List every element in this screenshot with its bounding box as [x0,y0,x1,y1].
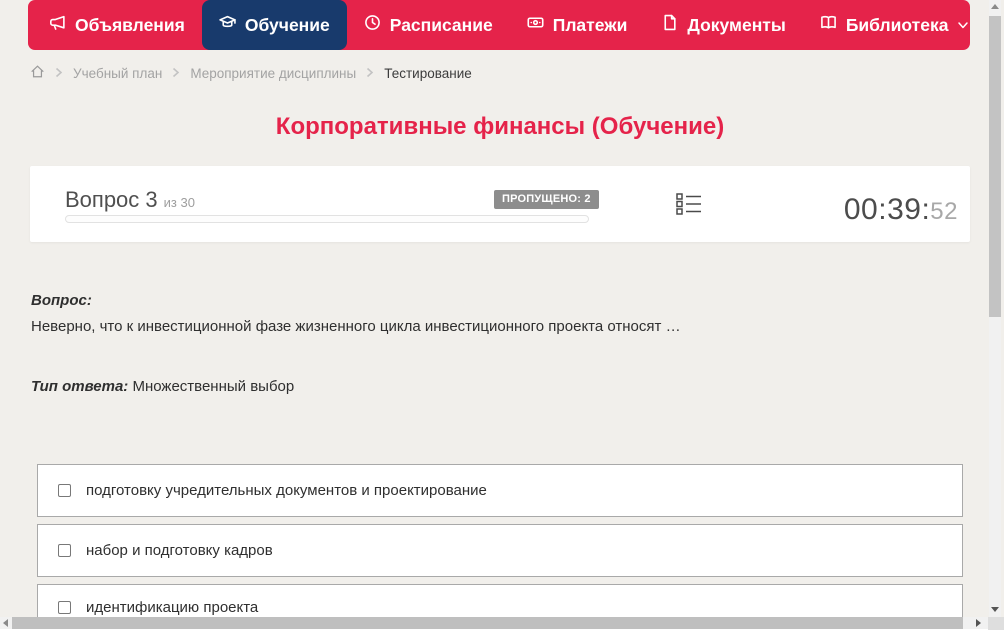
home-icon[interactable] [30,64,45,82]
question-header-card: Вопрос 3 из 30 ПРОПУЩЕНО: 2 00:39:52 [30,166,970,242]
timer: 00:39:52 [844,193,958,227]
banknote-icon [527,14,544,36]
question-list-icon[interactable] [676,192,702,221]
megaphone-icon [49,14,66,36]
breadcrumb-study-plan[interactable]: Учебный план [73,66,162,81]
chevron-right-icon [366,66,374,81]
skipped-badge: ПРОПУЩЕНО: 2 [494,190,599,209]
option-label: идентификацию проекта [86,598,259,616]
nav-item-label: Библиотека [845,14,949,35]
nav-item-label: Обучение [244,14,330,35]
answer-option[interactable]: набор и подготовку кадров [37,524,963,577]
option-checkbox[interactable] [58,544,71,557]
breadcrumb-testing: Тестирование [384,65,472,81]
nav-item-payments[interactable]: Платежи [510,0,645,50]
nav-item-library[interactable]: Библиотека [803,0,987,50]
scroll-right-arrow-icon[interactable] [976,619,981,627]
scrollbar-corner [988,617,1004,630]
answer-type-value: Множественный выбор [132,378,295,395]
nav-item-label: Объявления [75,14,185,35]
question-number: Вопрос 3 из 30 [65,187,195,213]
nav-item-announcements[interactable]: Объявления [32,0,202,50]
graduation-cap-icon [219,14,236,36]
vertical-scrollbar[interactable] [989,0,1001,617]
book-icon [820,14,837,36]
document-icon [661,14,678,36]
option-checkbox[interactable] [58,484,71,497]
option-label: набор и подготовку кадров [86,542,273,559]
breadcrumb-discipline-event[interactable]: Мероприятие дисциплины [190,66,356,81]
question-heading: Вопрос: [31,292,92,309]
answer-type: Тип ответа: Множественный выбор [31,378,294,395]
question-text: Неверно, что к инвестиционной фазе жизне… [31,318,681,335]
horizontal-scrollbar[interactable] [0,617,988,630]
nav-item-label: Платежи [552,14,628,35]
nav-item-documents[interactable]: Документы [644,0,802,50]
clock-icon [364,14,381,36]
chevron-down-icon [957,15,969,36]
nav-item-schedule[interactable]: Расписание [347,0,510,50]
timer-main: 00:39: [843,193,931,226]
vertical-scrollbar-thumb[interactable] [989,16,1001,317]
question-progress-bar [65,215,589,223]
nav-item-label: Документы [687,14,786,35]
main-nav: Объявления Обучение Расписание Платежи Д… [28,0,970,50]
horizontal-scrollbar-thumb[interactable] [12,617,963,629]
page-title: Корпоративные финансы (Обучение) [275,113,725,140]
breadcrumb: Учебный план Мероприятие дисциплины Тест… [30,62,472,84]
answer-type-label: Тип ответа: [31,378,129,395]
scroll-left-arrow-icon[interactable] [3,619,8,627]
option-label: подготовку учредительных документов и пр… [86,482,487,499]
question-total-label: из 30 [163,195,195,210]
nav-item-label: Расписание [389,14,493,35]
scroll-down-arrow-icon[interactable] [991,607,999,612]
timer-seconds: 52 [930,198,958,225]
quiz-page: Объявления Обучение Расписание Платежи Д… [0,0,1004,630]
nav-item-learning[interactable]: Обучение [201,0,347,50]
chevron-right-icon [172,66,180,81]
chevron-right-icon [55,66,63,81]
scroll-up-arrow-icon[interactable] [991,4,999,9]
question-number-label: Вопрос 3 [65,187,158,212]
answer-option[interactable]: подготовку учредительных документов и пр… [37,464,963,517]
option-checkbox[interactable] [58,600,71,614]
